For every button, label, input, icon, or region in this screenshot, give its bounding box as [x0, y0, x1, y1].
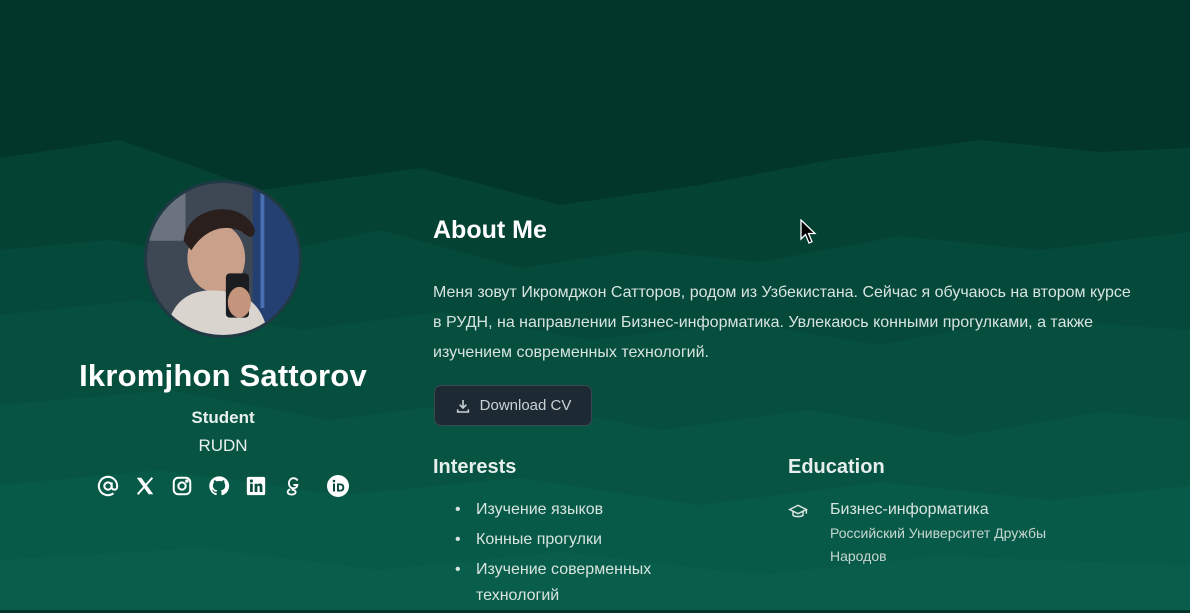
profile-card: Ikromjhon Sattorov Student RUDN [40, 180, 406, 498]
interest-label: Конные прогулки [476, 531, 602, 548]
interests-list: Изучение языков Конные прогулки Изучение… [455, 497, 755, 613]
download-cv-label: Download CV [479, 397, 572, 414]
list-item: Изучение языков [455, 497, 755, 523]
list-item: Конные прогулки [455, 527, 755, 553]
avatar-photo-icon [147, 183, 299, 335]
education-school: Российский Университет Дружбы Народов [830, 525, 1047, 564]
social-links [40, 474, 406, 498]
instagram-icon [172, 476, 192, 496]
interest-label: Изучение языков [476, 501, 604, 518]
download-icon [456, 399, 469, 413]
education-title: Education [788, 456, 885, 478]
avatar [144, 180, 302, 338]
education-entry: Бизнес-информатика Российский Университе… [788, 498, 1100, 568]
linkedin-link[interactable] [244, 474, 268, 498]
interests-title: Interests [433, 456, 517, 478]
about-bio: Меня зовут Икромджон Сатторов, родом из … [433, 284, 1131, 361]
orcid-icon [327, 475, 349, 497]
instagram-link[interactable] [170, 474, 194, 498]
linkedin-icon [246, 476, 266, 496]
at-sign-icon [97, 475, 119, 497]
google-scholar-icon [286, 477, 299, 496]
about-title: About Me [433, 216, 547, 244]
github-icon [209, 476, 230, 496]
github-link[interactable] [207, 474, 231, 498]
interest-label: Изучение соверменных технологий [476, 561, 652, 604]
orcid-link[interactable] [326, 474, 350, 498]
profile-role: Student [191, 408, 255, 427]
profile-organization: RUDN [198, 436, 248, 455]
google-scholar-link[interactable] [281, 474, 305, 498]
profile-name: Ikromjhon Sattorov [79, 358, 367, 393]
mouse-cursor-icon [800, 219, 817, 244]
list-item: Изучение соверменных технологий [455, 557, 696, 609]
download-cv-button[interactable]: Download CV [434, 385, 592, 426]
education-details: Бизнес-информатика Российский Университе… [830, 498, 1100, 568]
email-link[interactable] [96, 474, 120, 498]
x-twitter-link[interactable] [133, 474, 157, 498]
x-twitter-icon [136, 477, 154, 495]
education-degree: Бизнес-информатика [830, 501, 989, 518]
graduation-cap-icon [788, 504, 808, 518]
